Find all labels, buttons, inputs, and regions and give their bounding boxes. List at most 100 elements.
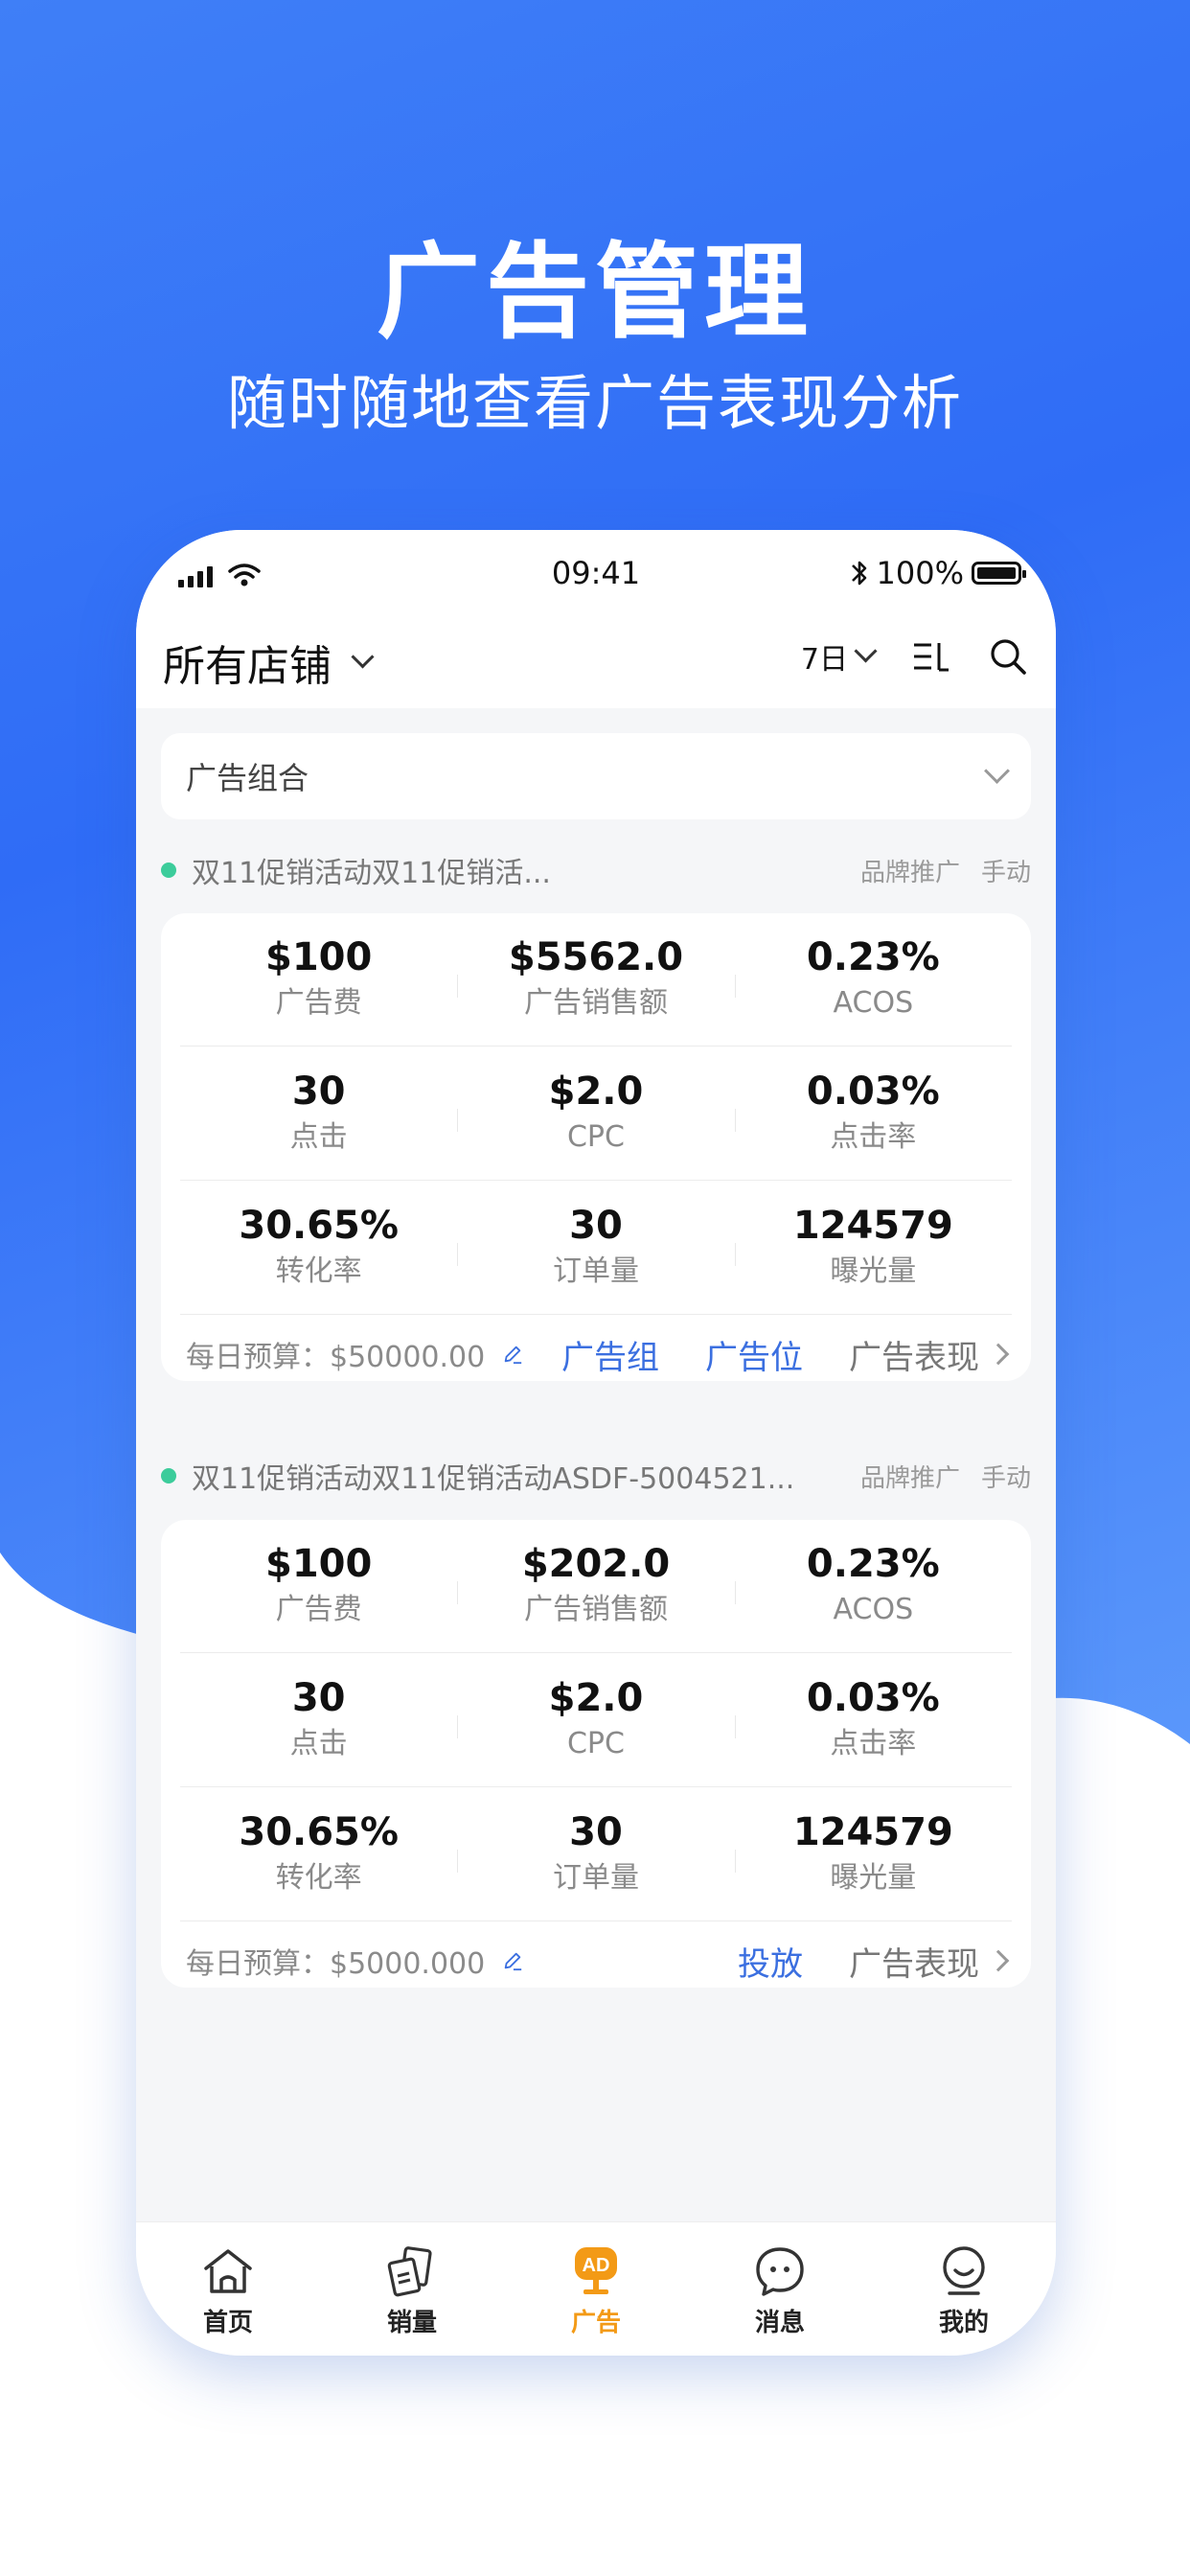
metric-value: $2.0 <box>548 1676 644 1720</box>
date-range-selector[interactable]: 7日 <box>801 635 878 678</box>
profile-icon <box>943 2246 985 2295</box>
tab-ads[interactable]: AD 广告 <box>504 2222 688 2356</box>
metric-value: 0.23% <box>806 935 940 979</box>
status-bar: 09:41 100% <box>136 545 1056 603</box>
metric-label: 订单量 <box>552 1861 639 1895</box>
metric-label: 点击 <box>289 1120 348 1154</box>
metric-label: CPC <box>566 1120 625 1154</box>
metric-label: 订单量 <box>552 1254 639 1288</box>
metric-value: 124579 <box>792 1204 953 1248</box>
ad-performance-link[interactable]: 广告表现 <box>849 1331 1010 1378</box>
filter-lines-icon[interactable] <box>912 639 950 674</box>
edit-pencil-icon[interactable] <box>502 1950 523 1971</box>
search-icon[interactable] <box>989 637 1027 676</box>
campaign-mode-tag: 手动 <box>980 1463 1031 1493</box>
sales-icon <box>387 2246 432 2297</box>
metric-label: 广告销售额 <box>523 986 668 1020</box>
tab-label: 消息 <box>754 2309 805 2337</box>
ad-performance-label: 广告表现 <box>849 1338 979 1377</box>
bottom-tab-bar: 首页 销量 AD 广告 消息 我的 <box>136 2221 1056 2356</box>
metric-value: 30 <box>291 1070 346 1114</box>
store-label: 所有店铺 <box>163 642 332 691</box>
metric-ad-spend: $100 广告费 <box>180 1520 457 1652</box>
campaign-group-filter[interactable]: 广告组合 <box>161 733 1031 819</box>
ad-performance-link[interactable]: 广告表现 <box>849 1938 1010 1985</box>
metric-label: 点击率 <box>830 1120 917 1154</box>
metric-label: ACOS <box>833 986 914 1020</box>
campaign-mode-tag: 手动 <box>980 858 1031 887</box>
metric-value: $5562.0 <box>508 935 684 979</box>
campaign-type-tag: 品牌推广 <box>859 1463 960 1493</box>
phone-frame: 09:41 100% 所有店铺 7日 广告组合 双11促销活动双11促销活...… <box>136 530 1056 2356</box>
metric-conversion: 30.65% 转化率 <box>180 1788 457 1920</box>
message-icon <box>756 2247 804 2296</box>
metric-label: 转化率 <box>275 1254 362 1288</box>
metric-value: 30.65% <box>239 1204 399 1248</box>
metric-orders: 30 订单量 <box>457 1182 734 1314</box>
metric-label: CPC <box>566 1727 625 1760</box>
card-footer: 每日预算：$50000.00 广告组 广告位 广告表现 <box>186 1316 1010 1392</box>
tab-label: 广告 <box>570 2309 621 2337</box>
campaign-title-row[interactable]: 双11促销活动双11促销活... 品牌推广 手动 <box>161 846 1031 894</box>
metric-conversion: 30.65% 转化率 <box>180 1182 457 1314</box>
chevron-down-icon <box>984 757 1010 784</box>
metric-ctr: 0.03% 点击率 <box>734 1047 1012 1180</box>
metric-label: 点击 <box>289 1727 348 1760</box>
campaign-card: $100 广告费 $202.0 广告销售额 0.23% ACOS 30 点击 $2.0 C… <box>161 1520 1031 1988</box>
metric-value: 30 <box>569 1204 623 1248</box>
metric-value: 30 <box>569 1810 623 1854</box>
metric-orders: 30 订单量 <box>457 1788 734 1920</box>
metric-value: $2.0 <box>548 1070 644 1114</box>
battery-icon <box>972 562 1026 585</box>
metric-label: 广告费 <box>275 1593 362 1626</box>
ad-placement-link[interactable]: 广告位 <box>705 1331 803 1378</box>
status-dot <box>161 1468 176 1484</box>
metric-ad-spend: $100 广告费 <box>180 913 457 1046</box>
metric-row: 30.65% 转化率 30 订单量 124579 曝光量 <box>180 1182 1012 1315</box>
metric-value: 0.03% <box>806 1070 940 1114</box>
metric-value: 30.65% <box>239 1810 399 1854</box>
metric-clicks: 30 点击 <box>180 1654 457 1786</box>
metric-cpc: $2.0 CPC <box>457 1047 734 1180</box>
metric-ctr: 0.03% 点击率 <box>734 1654 1012 1786</box>
tab-label: 我的 <box>938 2309 989 2337</box>
metric-ad-sales: $5562.0 广告销售额 <box>457 913 734 1046</box>
metric-acos: 0.23% ACOS <box>734 913 1012 1046</box>
campaign-type-tag: 品牌推广 <box>859 858 960 887</box>
metric-label: ACOS <box>833 1593 914 1626</box>
metric-label: 曝光量 <box>830 1861 917 1895</box>
chevron-right-icon <box>987 1343 1010 1366</box>
daily-budget: 每日预算：$50000.00 <box>186 1341 486 1374</box>
tab-messages[interactable]: 消息 <box>688 2222 872 2356</box>
chevron-right-icon <box>987 1949 1010 1972</box>
tab-label: 首页 <box>202 2309 253 2337</box>
metric-value: 124579 <box>792 1810 953 1854</box>
ad-icon: AD <box>575 2247 617 2294</box>
metric-row: $100 广告费 $5562.0 广告销售额 0.23% ACOS <box>180 913 1012 1046</box>
bluetooth-icon <box>851 561 866 586</box>
targeting-link[interactable]: 投放 <box>738 1938 803 1985</box>
metric-value: 0.03% <box>806 1676 940 1720</box>
ad-group-link[interactable]: 广告组 <box>561 1331 659 1378</box>
campaign-title-row[interactable]: 双11促销活动双11促销活动ASDF-5004521... 品牌推广 手动 <box>161 1452 1031 1500</box>
metric-row: $100 广告费 $202.0 广告销售额 0.23% ACOS <box>180 1520 1012 1653</box>
tab-profile[interactable]: 我的 <box>872 2222 1056 2356</box>
promo-title: 广告管理 <box>376 233 813 353</box>
metric-label: 广告费 <box>275 986 362 1020</box>
tab-sales[interactable]: 销量 <box>320 2222 504 2356</box>
chevron-down-icon <box>854 638 878 663</box>
metric-label: 广告销售额 <box>523 1593 668 1626</box>
edit-pencil-icon[interactable] <box>502 1344 523 1365</box>
metric-value: 0.23% <box>806 1542 940 1586</box>
chevron-down-icon <box>351 644 375 669</box>
metric-label: 曝光量 <box>830 1254 917 1288</box>
daily-budget: 每日预算：$5000.000 <box>186 1947 486 1981</box>
tab-label: 销量 <box>386 2309 437 2337</box>
store-selector[interactable]: 所有店铺 <box>163 632 375 693</box>
metric-cpc: $2.0 CPC <box>457 1654 734 1786</box>
ad-badge-text: AD <box>583 2255 610 2276</box>
status-dot <box>161 862 176 878</box>
metric-label: 转化率 <box>275 1861 362 1895</box>
metric-ad-sales: $202.0 广告销售额 <box>457 1520 734 1652</box>
tab-home[interactable]: 首页 <box>136 2222 320 2356</box>
